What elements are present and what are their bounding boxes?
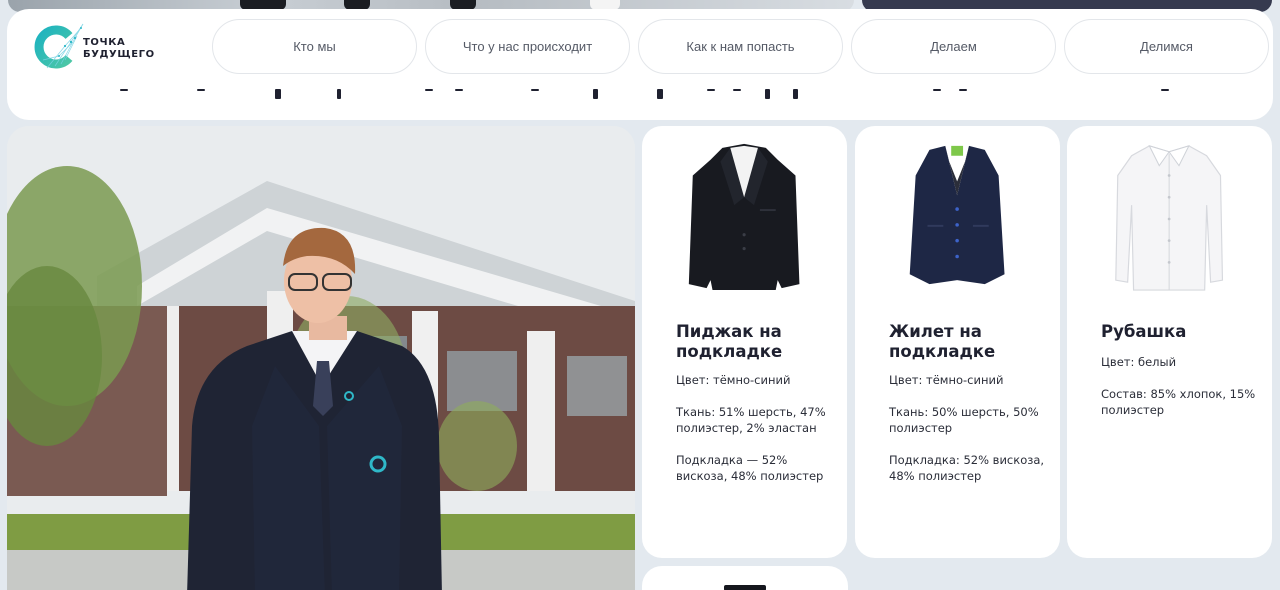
product-title: Пиджак на подкладке [676,322,783,361]
nav-item-admission[interactable]: Как к нам попасть [638,19,843,74]
trousers-image [724,585,766,590]
product-color: Цвет: тёмно-синий [889,373,1004,387]
product-title: Рубашка [1101,322,1187,341]
section-heading-clipped [7,81,1273,101]
site-logo[interactable]: ТОЧКА БУДУЩЕГО [25,16,165,76]
product-fabric: Ткань: 51% шерсть, 47% полиэстер, 2% эла… [676,405,826,435]
product-card-trousers[interactable] [642,566,848,590]
nav-item-about[interactable]: Кто мы [212,19,417,74]
shirt-icon [1115,145,1224,291]
product-card-shirt[interactable]: Рубашка Цвет: белый Состав: 85% хлопок, … [1067,126,1272,558]
product-fabric: Ткань: 50% шерсть, 50% полиэстер [889,405,1039,435]
product-title: Жилет на подкладке [889,322,996,361]
shirt-image [1067,136,1272,296]
logo-line-2: БУДУЩЕГО [83,49,155,60]
product-color: Цвет: белый [1101,355,1177,369]
logo-line-1: ТОЧКА [83,37,126,48]
main-nav: Кто мы Что у нас происходит Как к нам по… [212,19,1269,74]
product-details: Цвет: белый Состав: 85% хлопок, 15% поли… [1101,354,1261,434]
product-card-vest[interactable]: Жилет на подкладке Цвет: тёмно-синий Тка… [855,126,1060,558]
logo-text: ТОЧКА БУДУЩЕГО [83,37,155,61]
product-lining: Подкладка — 52% вискоза, 48% полиэстер [676,453,824,483]
blazer-icon [689,143,800,291]
product-lining: Подкладка: 52% вискоза, 48% полиэстер [889,453,1045,483]
vest-icon [910,145,1005,285]
product-details: Цвет: тёмно-синий Ткань: 51% шерсть, 47%… [676,372,836,500]
product-composition: Состав: 85% хлопок, 15% полиэстер [1101,387,1256,417]
student-uniform-photo [7,126,635,590]
product-card-blazer[interactable]: Пиджак на подкладке Цвет: тёмно-синий Тк… [642,126,847,558]
product-details: Цвет: тёмно-синий Ткань: 50% шерсть, 50%… [889,372,1049,500]
nav-item-projects[interactable]: Делаем [851,19,1056,74]
nav-item-events[interactable]: Что у нас происходит [425,19,630,74]
logo-icon [34,23,84,69]
nav-item-share[interactable]: Делимся [1064,19,1269,74]
student-photo-illustration [7,126,635,590]
site-header: ТОЧКА БУДУЩЕГО Кто мы Что у нас происход… [7,9,1273,120]
product-color: Цвет: тёмно-синий [676,373,791,387]
vest-image [855,136,1060,296]
blazer-image [642,136,847,296]
